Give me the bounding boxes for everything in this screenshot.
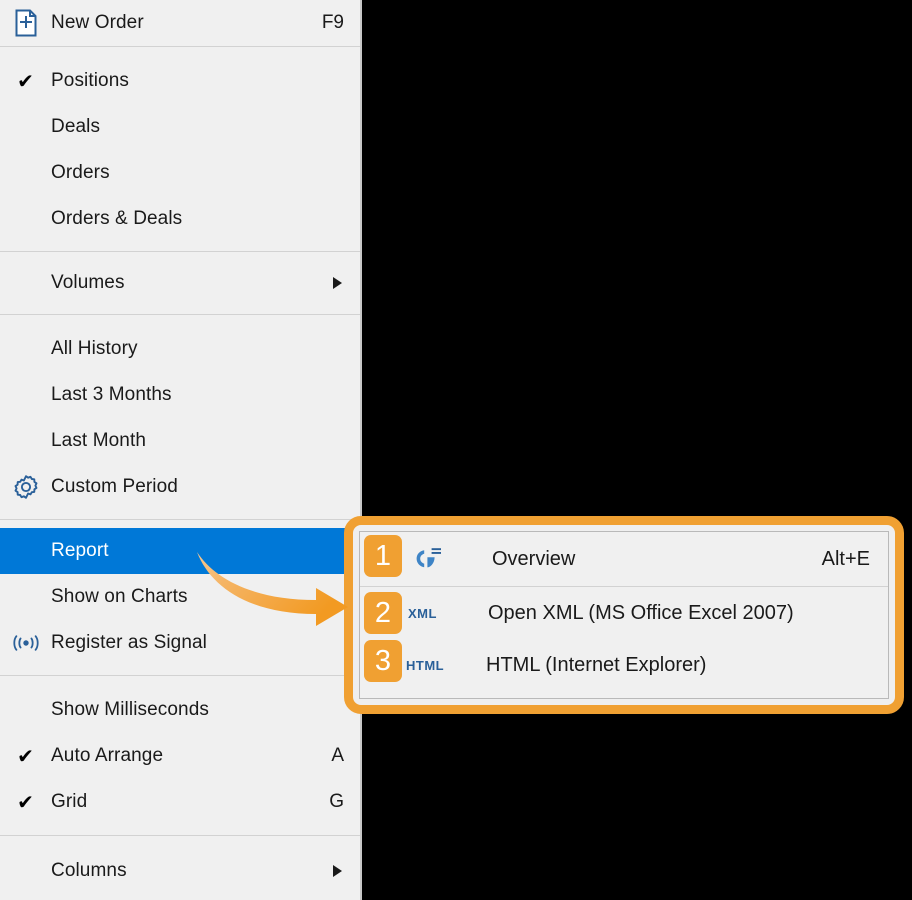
step-badge-2: 2 (364, 592, 402, 634)
html-file-icon-text: HTML (406, 657, 445, 673)
menu-item-label: Report (51, 540, 109, 561)
menu-item-label: Show on Charts (51, 586, 188, 607)
menu-item-label: Orders & Deals (51, 208, 183, 229)
menu-item-new-order[interactable]: New Order F9 (0, 0, 360, 46)
menu-item-gutter (0, 372, 51, 418)
menu-item-label: Last Month (51, 430, 146, 451)
menu-item-positions[interactable]: ✔ Positions (0, 58, 360, 104)
menu-item-label: Register as Signal (51, 632, 207, 653)
menu-item-report[interactable]: Report (0, 528, 360, 574)
menu-item-accelerator: F9 (321, 12, 344, 33)
step-badge-1: 1 (364, 535, 402, 577)
menu-item-volumes[interactable]: Volumes (0, 260, 360, 306)
submenu-item-label: HTML (Internet Explorer) (486, 653, 707, 676)
menu-item-label: Auto Arrange (51, 745, 164, 766)
submenu-item-label: Overview (492, 547, 576, 570)
menu-item-gutter (0, 687, 51, 733)
menu-group-spacer (0, 315, 360, 326)
submenu-item-accelerator: Alt+E (821, 547, 870, 570)
menu-item-gutter (0, 260, 51, 306)
menu-item-gutter (0, 528, 51, 574)
menu-item-gutter (0, 196, 51, 242)
menu-item-show-on-charts[interactable]: Show on Charts (0, 574, 360, 620)
menu-group-spacer (0, 510, 360, 519)
menu-item-accelerator: G (329, 791, 344, 812)
new-order-document-plus-icon (0, 0, 51, 46)
menu-item-orders-and-deals[interactable]: Orders & Deals (0, 196, 360, 242)
menu-item-label: Orders (51, 162, 110, 183)
menu-group-spacer (0, 836, 360, 848)
menu-item-gutter (0, 418, 51, 464)
submenu-item-html[interactable]: 3 HTML HTML (Internet Explorer) (360, 639, 888, 691)
checkmark-icon: ✔ (17, 744, 34, 768)
signal-broadcast-icon (0, 620, 51, 666)
menu-group-spacer (0, 825, 360, 835)
xml-file-icon-text: XML (408, 605, 437, 621)
menu-item-columns[interactable]: Columns (0, 848, 360, 894)
menu-item-label: Positions (51, 70, 129, 91)
menu-item-last-3-months[interactable]: Last 3 Months (0, 372, 360, 418)
menu-group-spacer (0, 242, 360, 251)
menu-group-spacer (0, 520, 360, 528)
menu-item-label: New Order (51, 12, 144, 33)
menu-group-spacer (0, 306, 360, 314)
menu-item-custom-period[interactable]: Custom Period (0, 464, 360, 510)
gear-icon (0, 464, 51, 510)
menu-item-accelerator: A (331, 745, 344, 766)
menu-item-show-milliseconds[interactable]: Show Milliseconds (0, 687, 360, 733)
menu-item-grid[interactable]: ✔ Grid G (0, 779, 360, 825)
checkmark-icon: ✔ (17, 69, 34, 93)
positions-context-menu: New Order F9 ✔ Positions Deals Orders Or… (0, 0, 362, 900)
menu-item-gutter (0, 150, 51, 196)
menu-item-label: Last 3 Months (51, 384, 172, 405)
menu-item-register-as-signal[interactable]: Register as Signal (0, 620, 360, 666)
report-submenu-callout: 1 Overview Alt+E 2 XML Open XML (MS Offi… (344, 516, 904, 714)
menu-item-gutter (0, 104, 51, 150)
menu-item-label: Grid (51, 791, 88, 812)
menu-item-label: Volumes (51, 272, 125, 293)
menu-item-all-history[interactable]: All History (0, 326, 360, 372)
menu-item-gutter (0, 848, 51, 894)
menu-item-auto-arrange[interactable]: ✔ Auto Arrange A (0, 733, 360, 779)
menu-item-label: Columns (51, 860, 127, 881)
menu-item-orders[interactable]: Orders (0, 150, 360, 196)
menu-item-label: Custom Period (51, 476, 178, 497)
checkmark-icon: ✔ (17, 790, 34, 814)
menu-item-label: Deals (51, 116, 101, 137)
report-submenu: 1 Overview Alt+E 2 XML Open XML (MS Offi… (359, 531, 889, 699)
menu-group-spacer (0, 676, 360, 687)
submenu-item-label: Open XML (MS Office Excel 2007) (488, 601, 794, 624)
menu-item-gutter (0, 574, 51, 620)
menu-group-spacer (0, 47, 360, 58)
chevron-right-icon (333, 277, 342, 289)
chevron-right-icon (333, 865, 342, 877)
menu-item-label: All History (51, 338, 138, 359)
submenu-item-open-xml[interactable]: 2 XML Open XML (MS Office Excel 2007) (360, 587, 888, 639)
menu-group-spacer (0, 666, 360, 675)
submenu-item-overview[interactable]: 1 Overview Alt+E (360, 532, 888, 586)
menu-item-gutter (0, 326, 51, 372)
menu-item-last-month[interactable]: Last Month (0, 418, 360, 464)
step-badge-3: 3 (364, 640, 402, 682)
menu-group-spacer (0, 252, 360, 260)
menu-item-label: Show Milliseconds (51, 699, 209, 720)
menu-item-deals[interactable]: Deals (0, 104, 360, 150)
